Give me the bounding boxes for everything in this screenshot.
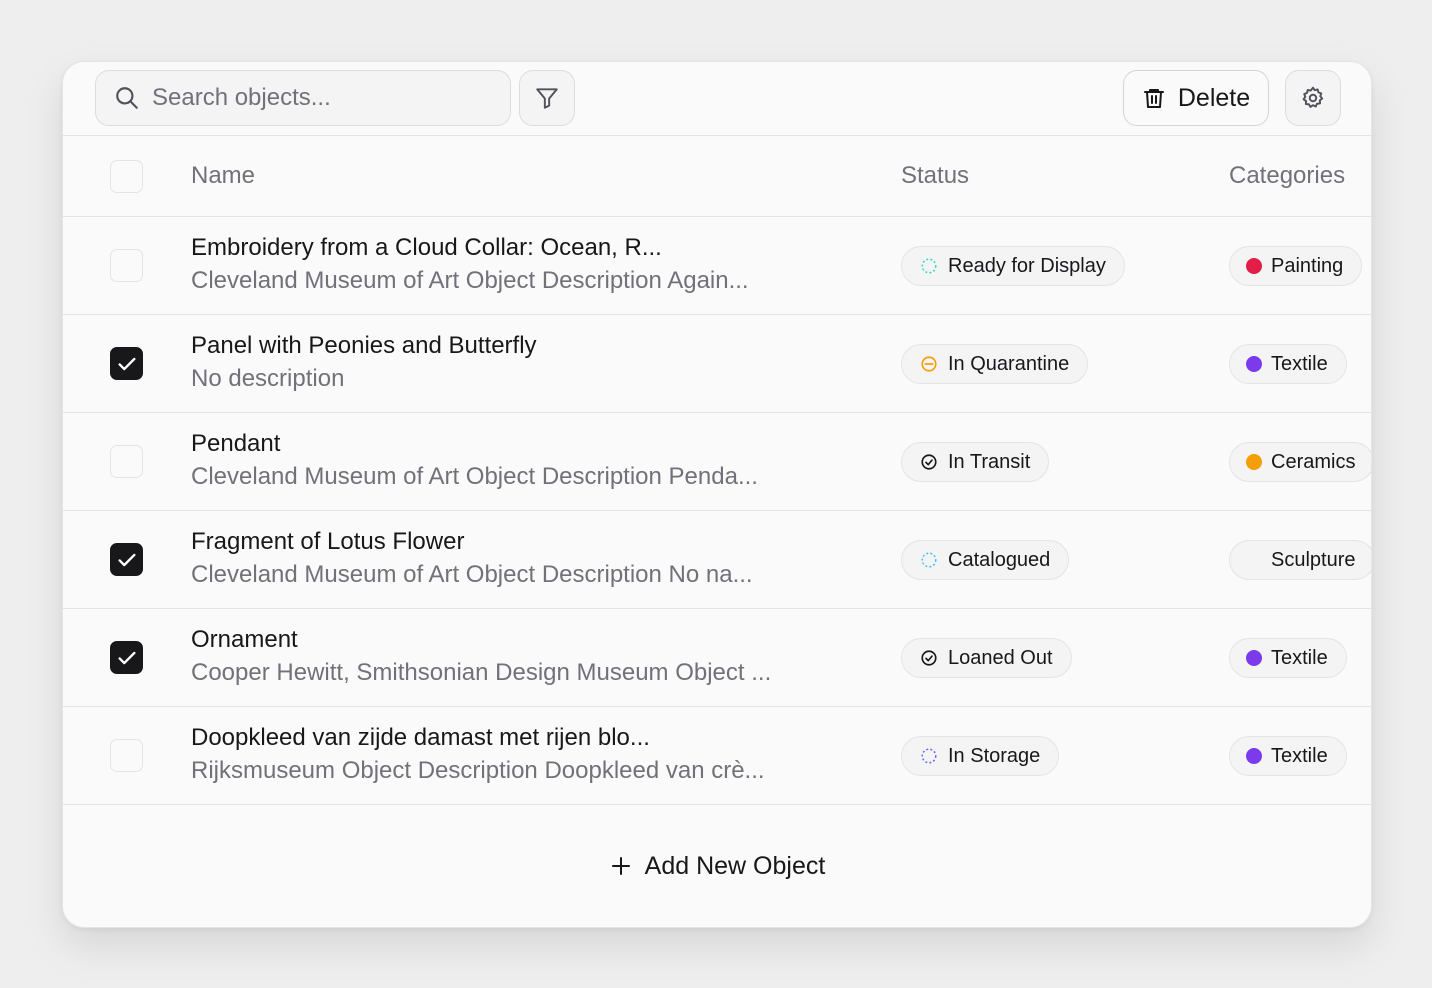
trash-icon [1143,89,1164,108]
category-badge[interactable]: Textile [1229,344,1347,384]
category-badge[interactable]: Textile [1229,736,1347,776]
object-name: Pendant [191,430,281,457]
status-badge[interactable]: Ready for Display [901,246,1125,286]
delete-button[interactable]: Delete [1123,70,1269,126]
object-description: Cleveland Museum of Art Object Descripti… [191,463,758,490]
plus-icon [611,857,630,875]
row-checkbox[interactable] [110,445,143,478]
status-badge[interactable]: In Storage [901,736,1060,776]
status-label: Ready for Display [948,254,1106,277]
category-dot [1246,650,1262,666]
status-label: In Quarantine [948,352,1070,375]
delete-button-label: Delete [1177,83,1251,112]
add-object-button[interactable]: Add New Object [63,806,1371,926]
category-dot [1246,454,1262,470]
table-row[interactable]: Ornament Cooper Hewitt, Smithsonian Desi… [63,609,1371,707]
category-label: Textile [1271,646,1328,669]
circle-check-icon [921,454,937,470]
category-badge[interactable]: Sculpture [1229,540,1371,580]
category-dot [1246,258,1262,274]
object-description: Rijksmuseum Object Description Doopkleed… [191,757,765,784]
table-row[interactable]: Pendant Cleveland Museum of Art Object D… [63,413,1371,511]
status-badge[interactable]: In Transit [901,442,1050,482]
filter-icon [536,88,558,109]
circle-check-icon [921,650,937,666]
category-label: Textile [1271,352,1328,375]
dashed-circle-icon [921,258,937,274]
row-checkbox[interactable] [110,739,143,772]
status-label: In Transit [948,450,1031,473]
column-header-categories[interactable]: Categories [1229,136,1345,216]
search-icon [116,87,138,109]
object-description: Cleveland Museum of Art Object Descripti… [191,561,753,588]
status-label: Loaned Out [948,646,1053,669]
filter-button[interactable] [519,70,575,126]
category-label: Textile [1271,744,1328,767]
category-badge[interactable]: Painting [1229,246,1363,286]
category-label: Ceramics [1271,450,1356,473]
table-row[interactable]: Fragment of Lotus Flower Cleveland Museu… [63,511,1371,609]
category-badge[interactable]: Textile [1229,638,1347,678]
check-icon [117,553,136,566]
category-label: Sculpture [1271,548,1356,571]
check-icon [117,651,136,664]
object-name: Embroidery from a Cloud Collar: Ocean, R… [191,234,662,261]
status-badge[interactable]: Loaned Out [901,638,1072,678]
objects-table-card: Delete Name Status Categories Embroidery… [62,61,1372,928]
row-checkbox[interactable] [110,347,143,380]
select-all-checkbox[interactable] [110,160,143,193]
object-description: No description [191,365,345,392]
object-description: Cleveland Museum of Art Object Descripti… [191,267,749,294]
row-checkbox[interactable] [110,543,143,576]
dashed-circle-icon [921,748,937,764]
status-label: In Storage [948,744,1041,767]
table-header: Name Status Categories [63,136,1371,217]
object-name: Doopkleed van zijde damast met rijen blo… [191,724,650,751]
check-icon [117,357,136,370]
toolbar: Delete [63,62,1371,136]
table-row[interactable]: Panel with Peonies and Butterfly No desc… [63,315,1371,413]
row-checkbox[interactable] [110,641,143,674]
column-header-status[interactable]: Status [901,136,969,216]
object-name: Fragment of Lotus Flower [191,528,465,555]
status-badge[interactable]: In Quarantine [901,344,1089,384]
status-label: Catalogued [948,548,1051,571]
category-dot [1246,552,1262,568]
add-object-label: Add New Object [644,851,826,880]
category-dot [1246,356,1262,372]
object-name: Ornament [191,626,298,653]
table-row[interactable]: Doopkleed van zijde damast met rijen blo… [63,707,1371,805]
dashed-circle-icon [921,552,937,568]
object-description: Cooper Hewitt, Smithsonian Design Museum… [191,659,772,686]
search-input[interactable] [152,84,482,112]
circle-minus-icon [921,356,937,372]
object-name: Panel with Peonies and Butterfly [191,332,537,359]
column-header-name[interactable]: Name [191,136,255,216]
table-row[interactable]: Embroidery from a Cloud Collar: Ocean, R… [63,217,1371,315]
search-box[interactable] [95,70,511,126]
status-badge[interactable]: Catalogued [901,540,1070,580]
gear-icon [1302,86,1324,108]
category-badge[interactable]: Ceramics [1229,442,1371,482]
category-label: Painting [1271,254,1344,277]
settings-button[interactable] [1285,70,1341,126]
row-checkbox[interactable] [110,249,143,282]
category-dot [1246,748,1262,764]
